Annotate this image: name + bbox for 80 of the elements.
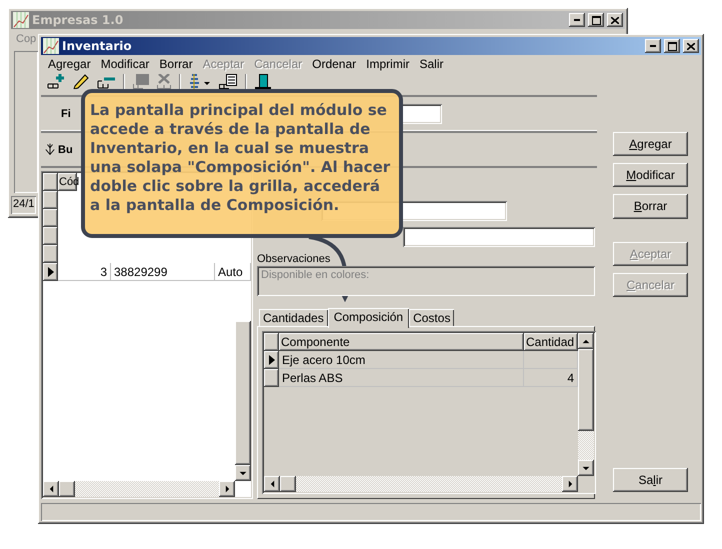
scroll-thumb[interactable] — [578, 349, 594, 431]
action-button[interactable]: Agregar — [613, 132, 688, 156]
observations-label: Observaciones — [257, 253, 332, 265]
scroll-left-button[interactable] — [43, 481, 59, 497]
code-field[interactable] — [403, 227, 595, 247]
scroll-down-icon — [582, 466, 590, 470]
chart-icon — [13, 12, 29, 28]
tab[interactable]: Composición — [328, 308, 410, 328]
minimize-button[interactable] — [569, 13, 585, 27]
scroll-up-icon — [582, 338, 590, 344]
table-cell: 3 — [58, 263, 111, 281]
close-button[interactable] — [607, 13, 623, 27]
chart-icon — [43, 38, 59, 54]
horizontal-scrollbar[interactable] — [43, 481, 235, 497]
scroll-right-button[interactable] — [219, 481, 235, 497]
maximize-icon — [592, 16, 600, 24]
menu-item[interactable]: Borrar — [154, 57, 198, 71]
window-title: Empresas 1.0 — [32, 13, 124, 27]
maximize-button[interactable] — [664, 39, 680, 53]
action-button[interactable]: Borrar — [613, 194, 688, 219]
scroll-thumb[interactable] — [280, 476, 296, 492]
filter-label: Fi — [61, 108, 71, 120]
scroll-thumb[interactable] — [59, 481, 75, 497]
door-icon[interactable] — [255, 74, 271, 89]
scroll-up-button[interactable] — [578, 333, 594, 349]
grid-corner — [264, 333, 279, 351]
menu-item[interactable]: Salir — [414, 57, 448, 71]
scroll-left-icon — [48, 485, 54, 493]
add-row-icon[interactable] — [47, 74, 65, 89]
scroll-down-button[interactable] — [578, 460, 594, 476]
grid-corner — [43, 173, 58, 191]
row-header[interactable] — [264, 369, 279, 387]
scroll-left-button[interactable] — [264, 476, 280, 492]
table-cell: 38829299 — [111, 263, 215, 281]
menu-item[interactable]: Modificar — [96, 57, 154, 71]
scroll-right-icon — [224, 485, 230, 493]
filter-field[interactable] — [400, 104, 442, 124]
scroll-left-icon — [270, 480, 274, 488]
menu-item[interactable]: Ordenar — [307, 57, 362, 71]
search-label: Bu — [58, 144, 73, 156]
menu-item[interactable]: Imprimir — [361, 57, 414, 71]
sort-arrow-icon — [45, 142, 55, 157]
close-button[interactable] — [683, 39, 699, 53]
row-header[interactable] — [43, 245, 58, 263]
maximize-button[interactable] — [588, 13, 604, 27]
row-header[interactable] — [43, 191, 58, 209]
scroll-right-button[interactable] — [562, 476, 578, 492]
status-field: 24/1 — [11, 196, 36, 214]
window-title: Inventario — [62, 39, 133, 53]
table-cell: Perlas ABS — [279, 369, 524, 387]
menu-item[interactable]: Agregar — [43, 57, 96, 71]
sort-dropdown-icon[interactable] — [189, 74, 211, 89]
table-cell: Eje acero 10cm — [279, 351, 524, 369]
scroll-down-icon — [239, 470, 247, 476]
components-grid[interactable]: Componente Cantidad Eje acero 10cm Perlas ABS 4 — [262, 331, 596, 494]
row-pointer-icon — [268, 355, 274, 365]
column-header[interactable]: Componente — [279, 333, 524, 351]
tab[interactable]: Costos — [409, 309, 454, 326]
horizontal-scrollbar[interactable] — [264, 476, 578, 492]
row-header[interactable] — [43, 227, 58, 245]
minimize-button[interactable] — [645, 39, 661, 53]
maximize-icon — [668, 42, 676, 50]
scroll-right-icon — [568, 480, 572, 488]
callout-text: La pantalla principal del módulo se accede a través de la pantalla de Inventario, en la cual se muestra una solapa "Composición". Al hacer doble clic sobre la grilla, accederá a la pantalla de Composición. — [81, 89, 403, 238]
action-button[interactable]: Modificar — [613, 163, 688, 188]
tab[interactable]: Cantidades — [259, 309, 328, 326]
pencil-icon[interactable] — [73, 74, 89, 89]
close-icon — [687, 42, 695, 50]
vertical-scrollbar[interactable] — [578, 333, 594, 476]
row-header[interactable] — [264, 351, 279, 369]
minimize-icon — [650, 45, 656, 47]
row-pointer-icon — [48, 267, 54, 277]
row-header[interactable] — [43, 209, 58, 227]
row-header[interactable] — [43, 263, 58, 281]
table-cell: Auto — [215, 263, 251, 281]
column-header[interactable]: Cantidad — [524, 333, 578, 351]
action-button[interactable]: Salir — [613, 468, 688, 492]
scroll-down-button[interactable] — [235, 465, 251, 481]
minimize-icon — [574, 19, 580, 21]
close-icon — [611, 16, 619, 24]
